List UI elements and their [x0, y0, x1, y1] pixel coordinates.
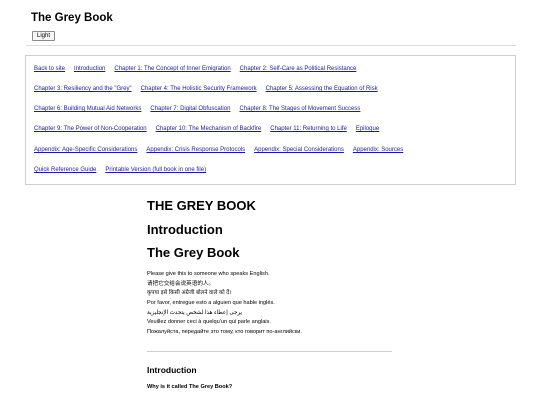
language-line-russian: Пожалуйста, передайте это тому, кто гово…: [147, 329, 302, 336]
nav-row: Chapter 3: Resiliency and the "Grey" Cha…: [34, 86, 378, 92]
nav-row: Quick Reference Guide Printable Version …: [34, 167, 206, 173]
nav-link-quick-reference[interactable]: Quick Reference Guide: [34, 167, 96, 173]
nav-row: Appendix: Age-Specific Considerations Ap…: [34, 147, 403, 153]
language-line-arabic: يرجى إعطاء هذا لشخص يتحدث الإنجليزية: [147, 309, 243, 316]
language-line-french: Veuillez donner ceci à quelqu'un qui par…: [147, 319, 271, 326]
nav-link-appendix-age[interactable]: Appendix: Age-Specific Considerations: [34, 147, 137, 153]
nav-link-epilogue[interactable]: Epilogue: [356, 126, 379, 132]
nav-link-back-to-site[interactable]: Back to site: [34, 66, 65, 72]
nav-link-chapter-9[interactable]: Chapter 9: The Power of Non-Cooperation: [34, 126, 147, 132]
nav-link-chapter-7[interactable]: Chapter 7: Digital Obfuscation: [150, 106, 230, 112]
language-notice: Please give this to someone who speaks E…: [147, 270, 302, 338]
faq-question: Why is it called The Grey Book?: [147, 384, 233, 390]
site-title: The Grey Book: [31, 12, 113, 24]
nav-link-chapter-10[interactable]: Chapter 10: The Mechanism of Backfire: [156, 126, 262, 132]
nav-link-chapter-2[interactable]: Chapter 2: Self-Care as Political Resist…: [240, 66, 357, 72]
nav-row: Chapter 6: Building Mutual Aid Networks …: [34, 106, 360, 112]
nav-row: Back to site Introduction Chapter 1: The…: [34, 66, 356, 72]
nav-link-appendix-special[interactable]: Appendix: Special Considerations: [254, 147, 344, 153]
nav-link-chapter-4[interactable]: Chapter 4: The Holistic Security Framewo…: [141, 86, 257, 92]
language-line-hindi: कृपया इसे किसी अंग्रेजी बोलने वाले को दे…: [147, 290, 232, 297]
nav-link-introduction[interactable]: Introduction: [74, 66, 105, 72]
introduction-subheading: Introduction: [147, 365, 197, 375]
nav-link-printable-version[interactable]: Printable Version (full book in one file…: [105, 167, 206, 173]
nav-link-chapter-3[interactable]: Chapter 3: Resiliency and the "Grey": [34, 86, 132, 92]
page: The Grey Book Light Back to site Introdu…: [0, 0, 540, 405]
nav-link-chapter-11[interactable]: Chapter 11: Returning to Life: [270, 126, 347, 132]
nav-link-chapter-1[interactable]: Chapter 1: The Concept of Inner Emigrati…: [114, 66, 230, 72]
section-title: Introduction: [147, 222, 223, 237]
language-line-chinese: 请把它交给会说英语的人。: [147, 280, 215, 287]
theme-toggle-button[interactable]: Light: [32, 31, 56, 41]
nav-link-chapter-8[interactable]: Chapter 8: The Stages of Movement Succes…: [239, 106, 360, 112]
nav-row: Chapter 9: The Power of Non-Cooperation …: [34, 126, 379, 132]
language-line-english: Please give this to someone who speaks E…: [147, 271, 270, 277]
language-line-spanish: Por favor, entregue esto a alguien que h…: [147, 300, 275, 307]
page-heading: The Grey Book: [147, 245, 240, 260]
nav-link-appendix-sources[interactable]: Appendix: Sources: [353, 147, 403, 153]
chapter-navigation: Back to site Introduction Chapter 1: The…: [25, 55, 516, 185]
nav-link-chapter-6[interactable]: Chapter 6: Building Mutual Aid Networks: [34, 106, 141, 112]
book-title: THE GREY BOOK: [147, 198, 256, 213]
nav-link-chapter-5[interactable]: Chapter 5: Assessing the Equation of Ris…: [266, 86, 378, 92]
content-divider: [147, 351, 392, 352]
nav-link-appendix-crisis[interactable]: Appendix: Crisis Response Protocols: [146, 147, 245, 153]
header-divider: [26, 45, 516, 46]
